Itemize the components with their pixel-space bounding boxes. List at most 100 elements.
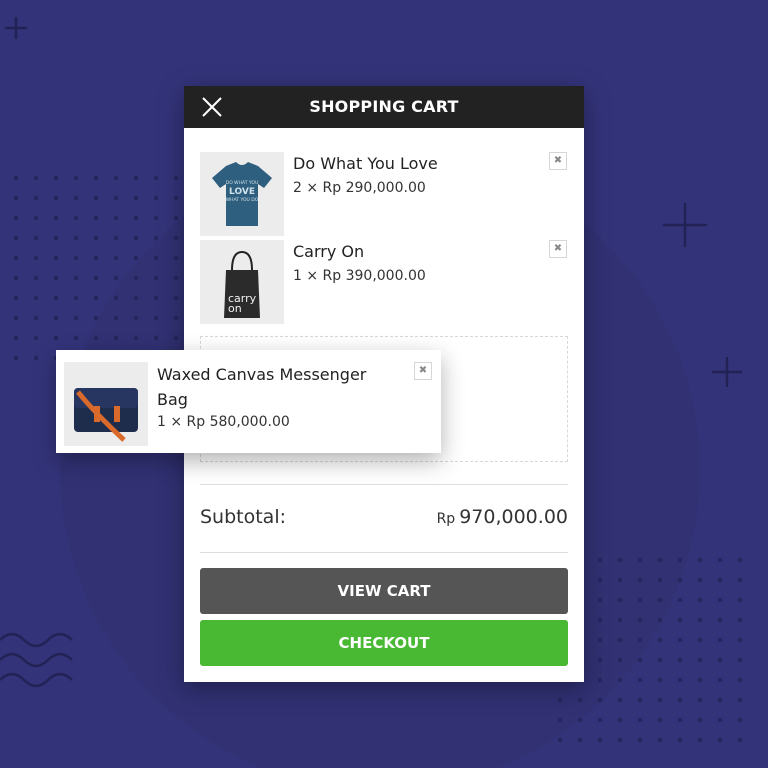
- decor-dot: [657, 557, 663, 563]
- item-quantity-price: 1 × Rp 390,000.00: [293, 268, 426, 284]
- shirt-print-line3: WHAT YOU DO: [226, 197, 259, 203]
- decor-dot: [53, 315, 59, 321]
- decor-dot: [133, 315, 139, 321]
- decor-dot: [597, 717, 603, 723]
- decor-dot: [597, 637, 603, 643]
- tote-bag-thumbnail[interactable]: carry on: [200, 240, 284, 324]
- decor-dot: [577, 737, 583, 743]
- decor-dot: [597, 617, 603, 623]
- dragged-cart-item[interactable]: Waxed Canvas Messenger Bag 1 × Rp 580,00…: [56, 350, 441, 453]
- item-name[interactable]: Do What You Love: [293, 154, 438, 173]
- decor-dot: [153, 195, 159, 201]
- decor-dot: [13, 215, 19, 221]
- decor-dot: [53, 235, 59, 241]
- decor-dot: [133, 335, 139, 341]
- decor-dot: [737, 657, 743, 663]
- decor-dot: [33, 275, 39, 281]
- decor-dot: [133, 195, 139, 201]
- decor-dot: [73, 235, 79, 241]
- decor-dot: [597, 577, 603, 583]
- subtotal-currency: Rp: [436, 511, 456, 527]
- decor-dot: [133, 235, 139, 241]
- remove-item-button[interactable]: ✖: [549, 240, 567, 258]
- decor-dot: [597, 697, 603, 703]
- decor-dot: [737, 677, 743, 683]
- decor-dot: [173, 295, 179, 301]
- decor-dot: [113, 295, 119, 301]
- decor-dot: [617, 557, 623, 563]
- decor-dot: [173, 195, 179, 201]
- decor-dot: [737, 697, 743, 703]
- item-quantity-price: 2 × Rp 290,000.00: [293, 180, 426, 196]
- decor-dot: [657, 657, 663, 663]
- decor-dot: [737, 557, 743, 563]
- decor-dot: [93, 235, 99, 241]
- decor-dot: [73, 275, 79, 281]
- shirt-print-love: LOVE: [229, 187, 255, 197]
- decor-dot: [657, 717, 663, 723]
- decor-dot: [33, 195, 39, 201]
- decor-dot: [93, 255, 99, 261]
- decor-dot: [697, 717, 703, 723]
- decor-dot: [173, 275, 179, 281]
- decor-dot: [153, 175, 159, 181]
- decor-dot: [173, 315, 179, 321]
- decor-dot: [153, 215, 159, 221]
- decor-dot: [53, 295, 59, 301]
- decor-dot: [113, 315, 119, 321]
- decor-dot: [717, 697, 723, 703]
- tote-bag-image: carry on: [224, 250, 260, 318]
- decor-dot: [717, 677, 723, 683]
- decor-dot: [53, 195, 59, 201]
- shirt-print-line1: DO WHAT YOU: [226, 180, 259, 186]
- tshirt-image: DO WHAT YOU LOVE WHAT YOU DO: [212, 162, 272, 226]
- decor-dot: [33, 335, 39, 341]
- item-name[interactable]: Waxed Canvas Messenger Bag: [157, 362, 397, 412]
- decor-dot: [717, 577, 723, 583]
- decor-dot: [697, 617, 703, 623]
- divider: [200, 484, 568, 485]
- decor-dot: [617, 657, 623, 663]
- checkout-button[interactable]: CHECKOUT: [200, 620, 568, 666]
- decor-dot: [657, 597, 663, 603]
- decor-dot: [637, 737, 643, 743]
- decor-dot: [617, 597, 623, 603]
- decor-dot: [53, 255, 59, 261]
- tshirt-thumbnail[interactable]: DO WHAT YOU LOVE WHAT YOU DO: [200, 152, 284, 236]
- decor-dot: [657, 677, 663, 683]
- decor-dot: [13, 175, 19, 181]
- decor-dot: [93, 315, 99, 321]
- view-cart-button[interactable]: VIEW CART: [200, 568, 568, 614]
- decor-dot: [73, 175, 79, 181]
- decor-dot: [617, 677, 623, 683]
- decor-dot: [737, 717, 743, 723]
- decor-dot: [717, 617, 723, 623]
- decor-dot: [73, 255, 79, 261]
- decor-dot: [657, 737, 663, 743]
- decor-dot: [33, 295, 39, 301]
- decor-dot: [637, 577, 643, 583]
- decor-dot: [13, 275, 19, 281]
- decor-dot: [597, 557, 603, 563]
- decor-dot: [617, 717, 623, 723]
- messenger-bag-thumbnail[interactable]: [64, 362, 148, 446]
- decor-dot: [657, 697, 663, 703]
- decor-dot: [173, 255, 179, 261]
- decor-dot: [677, 617, 683, 623]
- decor-dot: [737, 617, 743, 623]
- remove-item-button[interactable]: ✖: [549, 152, 567, 170]
- decor-dot: [637, 717, 643, 723]
- decor-dot: [637, 677, 643, 683]
- decor-dot: [113, 175, 119, 181]
- decor-dot: [697, 657, 703, 663]
- decor-dot: [697, 577, 703, 583]
- decor-dot: [153, 255, 159, 261]
- decor-dot: [617, 637, 623, 643]
- decor-dot: [697, 737, 703, 743]
- close-icon[interactable]: [200, 95, 224, 119]
- decor-dot: [697, 597, 703, 603]
- item-name[interactable]: Carry On: [293, 242, 364, 261]
- decor-dot: [737, 637, 743, 643]
- decor-dot: [53, 215, 59, 221]
- remove-item-button[interactable]: ✖: [414, 362, 432, 380]
